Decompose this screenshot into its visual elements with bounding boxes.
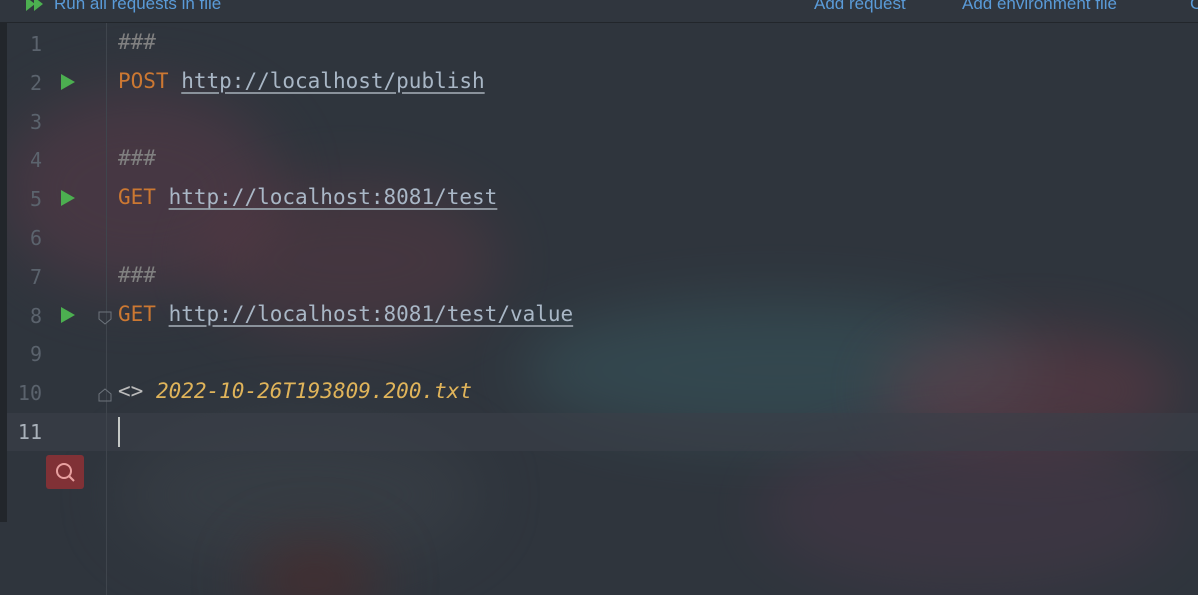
request-url-link[interactable]: http://localhost:8081/test bbox=[169, 185, 498, 209]
editor-line: 11 bbox=[0, 412, 1198, 451]
toolbar-overflow-item[interactable]: C bbox=[1190, 0, 1198, 14]
line-number: 11 bbox=[17, 419, 42, 444]
request-line: POST http://localhost/publish bbox=[118, 69, 485, 93]
fold-icon[interactable] bbox=[98, 311, 112, 325]
search-icon bbox=[56, 463, 75, 482]
line-number: 4 bbox=[29, 148, 42, 173]
line-number: 6 bbox=[29, 225, 42, 250]
editor-line: 9 bbox=[0, 334, 1198, 373]
response-file-link[interactable]: 2022-10-26T193809.200.txt bbox=[156, 379, 472, 403]
editor-line: 1 ### bbox=[0, 24, 1198, 63]
request-line: GET http://localhost:8081/test/value bbox=[118, 302, 573, 326]
line-number: 5 bbox=[29, 187, 42, 212]
editor-line: 4 ### bbox=[0, 140, 1198, 179]
response-reference-line: <> 2022-10-26T193809.200.txt bbox=[118, 379, 472, 403]
run-request-icon[interactable] bbox=[60, 189, 76, 207]
run-all-requests-button[interactable]: Run all requests in file bbox=[24, 0, 221, 14]
request-url-link[interactable]: http://localhost/publish bbox=[181, 69, 484, 93]
run-all-icon bbox=[26, 0, 43, 11]
http-method: GET bbox=[118, 185, 156, 210]
http-method: POST bbox=[118, 68, 169, 93]
editor-line: 7 ### bbox=[0, 257, 1198, 296]
search-button[interactable] bbox=[46, 455, 84, 489]
fold-icon[interactable] bbox=[98, 388, 112, 402]
http-client-toolbar: Run all requests in file Add request Add… bbox=[0, 0, 1198, 23]
request-url-link[interactable]: http://localhost:8081/test/value bbox=[169, 302, 574, 326]
editor-line: 6 bbox=[0, 218, 1198, 257]
line-number: 7 bbox=[29, 264, 42, 289]
request-separator: ### bbox=[118, 146, 156, 171]
request-separator: ### bbox=[118, 262, 156, 287]
run-request-icon[interactable] bbox=[60, 73, 76, 91]
add-request-button[interactable]: Add request bbox=[814, 0, 906, 14]
run-all-requests-label: Run all requests in file bbox=[54, 0, 222, 13]
line-number: 3 bbox=[29, 109, 42, 134]
editor-line: 5 GET http://localhost:8081/test bbox=[0, 179, 1198, 218]
editor-line: 10 <> 2022-10-26T193809.200.txt bbox=[0, 373, 1198, 412]
add-environment-file-button[interactable]: Add environment file bbox=[962, 0, 1117, 14]
line-number: 2 bbox=[29, 70, 42, 95]
http-method: GET bbox=[118, 301, 156, 326]
run-request-icon[interactable] bbox=[60, 306, 76, 324]
editor-line: 2 POST http://localhost/publish bbox=[0, 63, 1198, 102]
code-editor[interactable]: 1 ### 2 POST http://localhost/publish 3 … bbox=[0, 24, 1198, 451]
line-number: 10 bbox=[17, 381, 42, 406]
editor-line: 3 bbox=[0, 102, 1198, 141]
response-redirect-marker: <> bbox=[118, 379, 144, 404]
text-caret bbox=[118, 416, 120, 447]
line-number: 9 bbox=[29, 342, 42, 367]
request-line: GET http://localhost:8081/test bbox=[118, 185, 497, 209]
request-separator: ### bbox=[118, 30, 156, 54]
line-number: 8 bbox=[29, 303, 42, 328]
line-number: 1 bbox=[29, 32, 42, 56]
editor-line: 8 GET http://localhost:8081/test/value bbox=[0, 296, 1198, 335]
